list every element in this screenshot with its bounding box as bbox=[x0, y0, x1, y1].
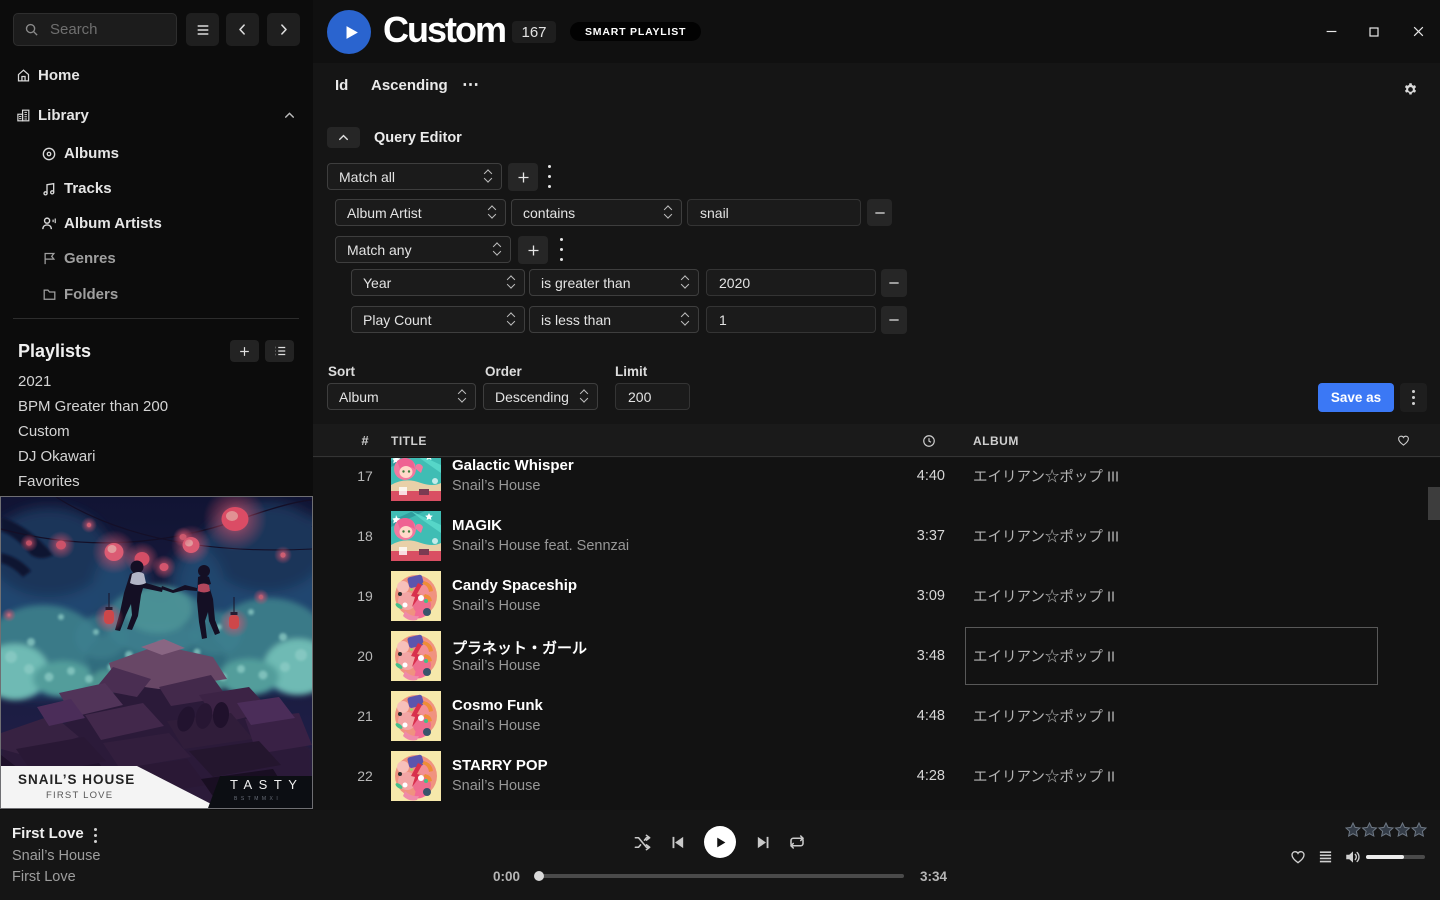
svg-text:FIRST LOVE: FIRST LOVE bbox=[46, 790, 113, 801]
svg-text:TASTY: TASTY bbox=[230, 777, 303, 792]
svg-text:SNAIL’S HOUSE: SNAIL’S HOUSE bbox=[18, 772, 135, 787]
svg-text:BSTMMXI: BSTMMXI bbox=[234, 796, 281, 802]
